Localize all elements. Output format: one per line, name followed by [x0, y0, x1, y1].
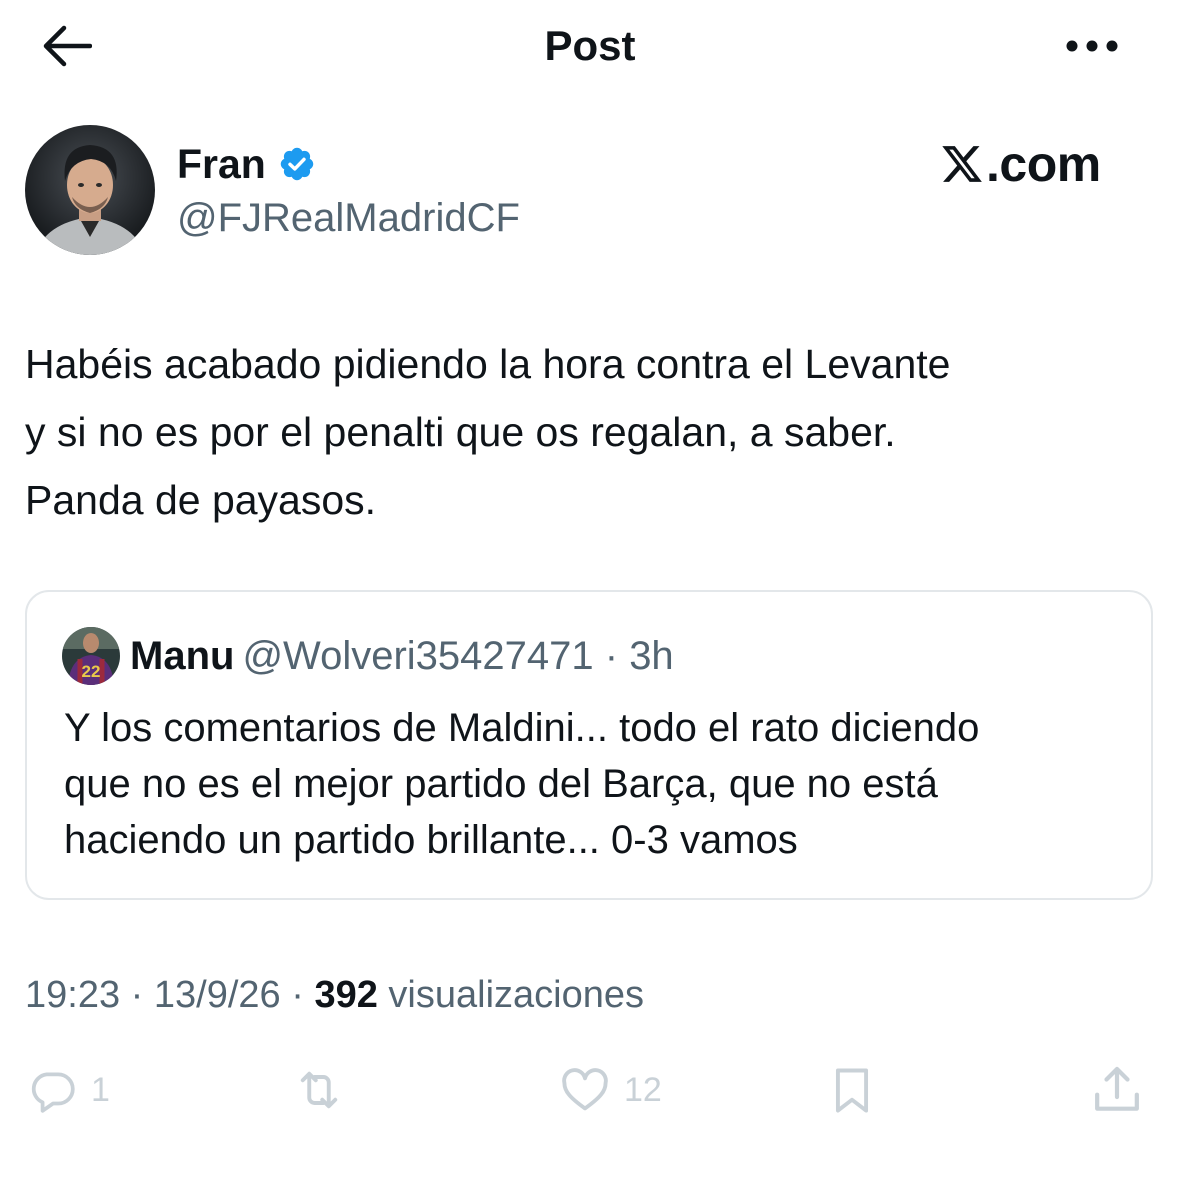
repost-button[interactable]	[288, 1060, 360, 1120]
more-options-button[interactable]	[1060, 22, 1124, 70]
x-com-watermark: .com	[940, 132, 1130, 196]
reply-button[interactable]: 1	[25, 1060, 110, 1120]
quote-avatar-number: 22	[82, 662, 101, 681]
like-button[interactable]: 12	[556, 1060, 662, 1120]
author-name[interactable]: Fran	[177, 138, 266, 190]
quote-author-name[interactable]: Manu	[130, 634, 234, 678]
views-count: 392	[314, 974, 378, 1016]
meta-separator-2: ·	[280, 974, 315, 1016]
tweet-date[interactable]: 13/9/26	[154, 974, 281, 1016]
watermark-text: .com	[986, 136, 1101, 192]
quote-time[interactable]: 3h	[629, 634, 674, 678]
quote-text: Y los comentarios de Maldini... todo el …	[64, 706, 980, 862]
verified-badge-icon	[280, 147, 314, 181]
meta-separator: ·	[120, 974, 154, 1016]
page-title: Post	[544, 22, 636, 69]
share-button[interactable]	[1088, 1060, 1146, 1120]
quote-author-handle[interactable]: @Wolveri35427471	[242, 634, 593, 678]
bookmark-button[interactable]	[826, 1060, 878, 1120]
x-logo-icon	[942, 146, 982, 182]
reply-count: 1	[91, 1070, 110, 1109]
reply-icon	[31, 1072, 75, 1113]
repost-icon	[300, 1071, 338, 1109]
author-avatar[interactable]	[25, 125, 155, 255]
more-horizontal-icon	[1066, 40, 1118, 52]
author-name-row: Fran	[177, 138, 316, 190]
views-label: visualizaciones	[388, 974, 644, 1016]
tweet-time[interactable]: 19:23	[25, 974, 120, 1016]
quote-header: Manu @Wolveri35427471 · 3h	[130, 630, 674, 682]
author-handle[interactable]: @FJRealMadridCF	[177, 192, 520, 244]
heart-icon	[562, 1068, 608, 1111]
tweet-meta: 19:23 · 13/9/26 · 392 visualizaciones	[25, 970, 644, 1020]
like-count: 12	[624, 1070, 662, 1109]
bookmark-icon	[835, 1068, 869, 1113]
tweet-text: Habéis acabado pidiendo la hora contra e…	[25, 341, 951, 523]
quote-avatar[interactable]: 22	[62, 627, 120, 685]
share-icon	[1095, 1066, 1139, 1111]
quote-separator: ·	[593, 634, 630, 678]
